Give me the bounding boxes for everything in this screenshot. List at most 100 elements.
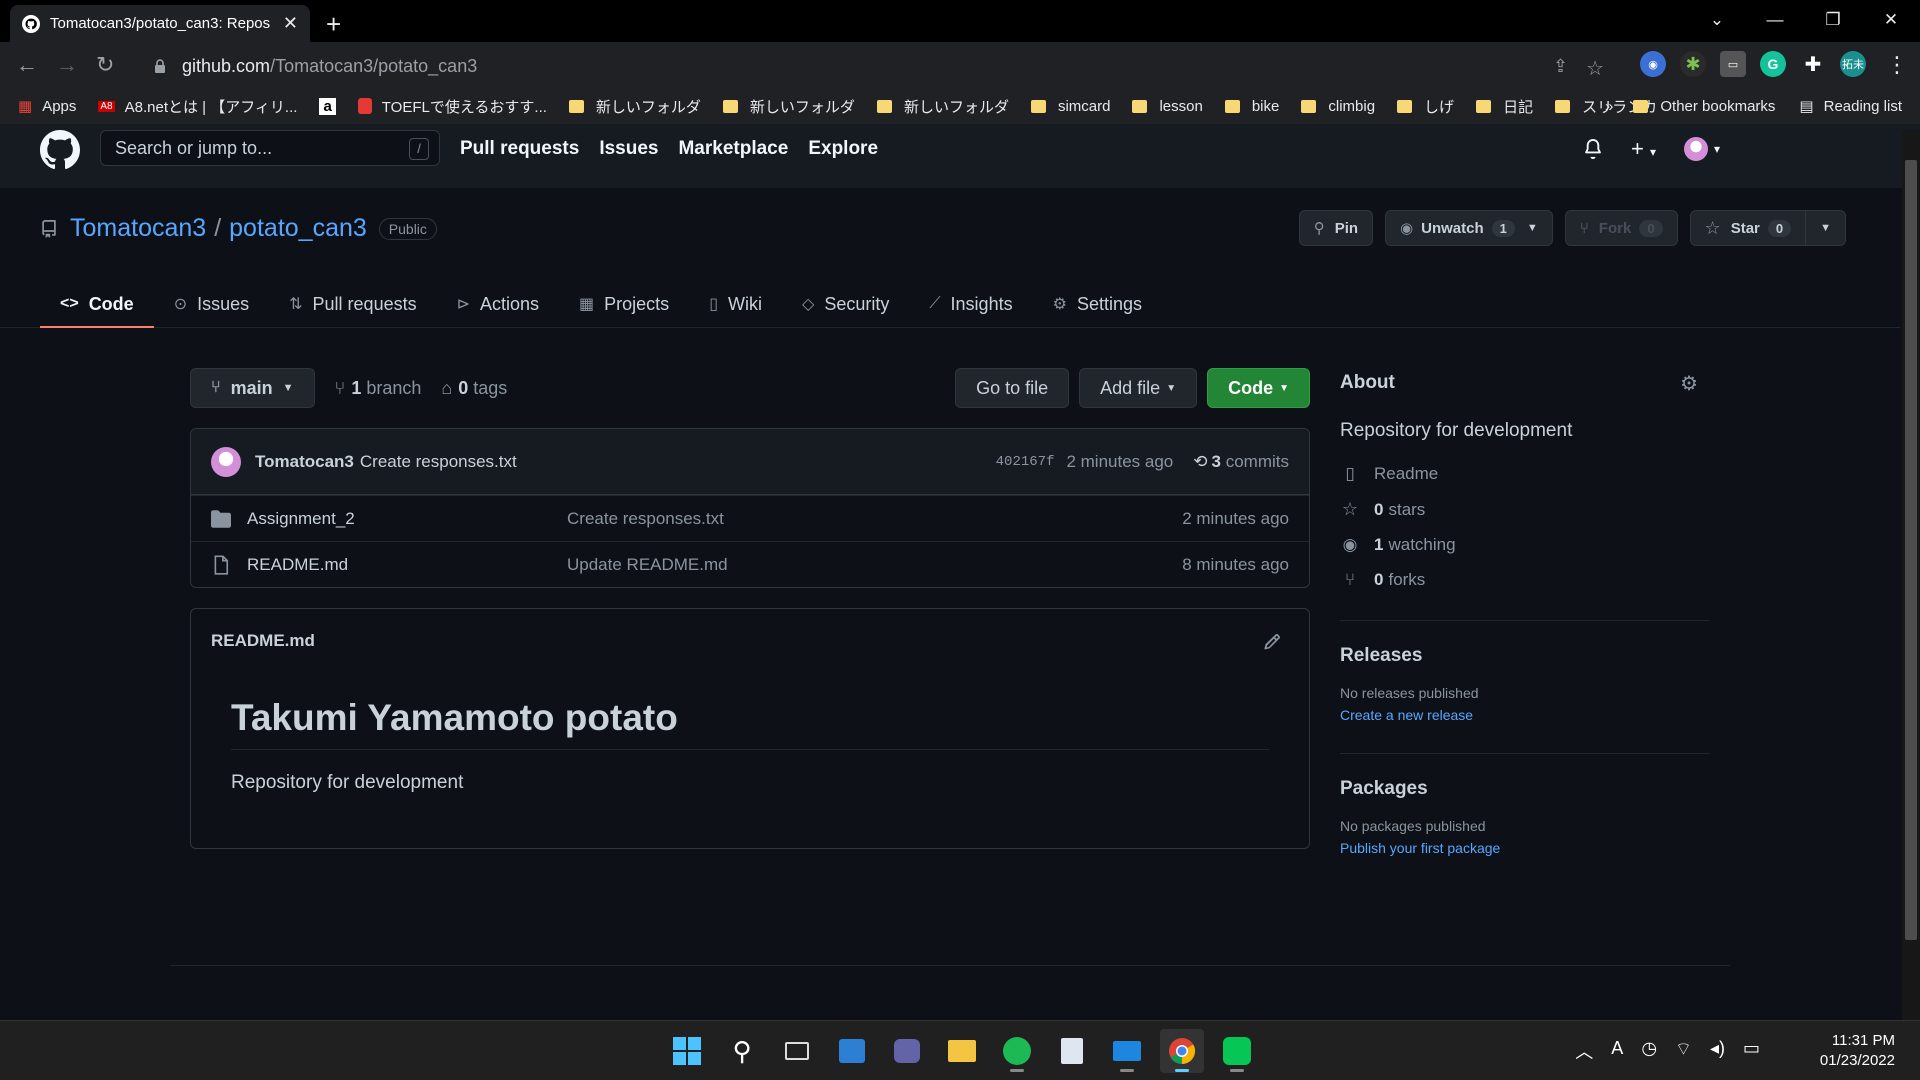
repo-owner-link[interactable]: Tomatocan3: [70, 214, 206, 243]
task-view-icon[interactable]: [775, 1029, 819, 1073]
commit-author-link[interactable]: Tomatocan3: [255, 452, 354, 472]
create-new-dropdown[interactable]: + ▾: [1631, 136, 1656, 162]
bookmark-folder[interactable]: しげ: [1397, 96, 1454, 117]
wifi-icon[interactable]: ⌔: [1675, 1038, 1692, 1064]
tab-settings[interactable]: ⚙ Settings: [1033, 280, 1162, 328]
user-menu-dropdown[interactable]: ▾: [1683, 137, 1720, 161]
bookmark-folder[interactable]: 新しいフォルダ: [722, 96, 855, 117]
unwatch-button[interactable]: ◉ Unwatch 1 ▼: [1385, 210, 1553, 246]
nav-explore[interactable]: Explore: [808, 138, 878, 160]
tab-projects[interactable]: ▦ Projects: [559, 280, 689, 328]
other-bookmarks[interactable]: Other bookmarks: [1660, 98, 1775, 115]
bookmark-folder[interactable]: bike: [1224, 98, 1279, 115]
new-tab-button[interactable]: +: [326, 9, 341, 40]
ime-icon[interactable]: A: [1611, 1038, 1623, 1064]
bookmark-folder[interactable]: 日記: [1476, 96, 1533, 117]
tab-wiki[interactable]: ▯ Wiki: [689, 280, 782, 328]
bookmark-folder[interactable]: simcard: [1030, 98, 1110, 115]
bookmark-toefl[interactable]: TOEFLで使えるおすす...: [357, 96, 547, 117]
tab-security[interactable]: ◇ Security: [782, 280, 909, 328]
restore-button[interactable]: ❐: [1804, 10, 1862, 30]
notifications-bell-icon[interactable]: [1583, 139, 1603, 159]
tab-code[interactable]: <> Code: [40, 280, 154, 328]
pin-button[interactable]: ⚲ Pin: [1298, 210, 1374, 246]
extension-puzzle-green-icon[interactable]: ✱: [1680, 51, 1706, 77]
extensions-puzzle-icon[interactable]: ✚: [1800, 51, 1826, 77]
profile-avatar[interactable]: 拓未: [1840, 51, 1866, 77]
file-name-link[interactable]: README.md: [247, 555, 567, 575]
browser-tab[interactable]: Tomatocan3/potato_can3: Repos ✕: [10, 5, 310, 42]
reload-button[interactable]: ↻: [96, 52, 114, 78]
tab-search-icon[interactable]: ⌄: [1688, 10, 1746, 30]
extension-icon-1[interactable]: ◉: [1640, 51, 1666, 77]
forward-button[interactable]: →: [56, 52, 78, 78]
watchers-link[interactable]: ◉ 1 watching: [1340, 535, 1710, 555]
spotify-icon[interactable]: [995, 1029, 1039, 1073]
bookmark-folder[interactable]: lesson: [1132, 98, 1203, 115]
bookmarks-overflow-button[interactable]: »: [1605, 98, 1613, 115]
tab-close-icon[interactable]: ✕: [283, 13, 298, 34]
fork-button[interactable]: ⑂ Fork 0: [1564, 210, 1678, 246]
code-button[interactable]: Code ▼: [1207, 368, 1310, 408]
bookmark-star-icon[interactable]: ☆: [1586, 56, 1604, 81]
minimize-button[interactable]: —: [1746, 10, 1804, 30]
scrollbar-thumb[interactable]: [1905, 160, 1917, 940]
mail-icon[interactable]: [1105, 1029, 1149, 1073]
edit-pencil-icon[interactable]: [1263, 633, 1281, 651]
clock-app-icon[interactable]: ◷: [1641, 1038, 1657, 1064]
grammarly-icon[interactable]: G: [1760, 51, 1786, 77]
bookmark-amazon[interactable]: a: [319, 97, 336, 115]
address-bar[interactable]: github.com/Tomatocan3/potato_can3 ⇪ ☆: [138, 48, 1618, 84]
star-button[interactable]: ☆ Star 0 ▼: [1689, 210, 1846, 246]
file-name-link[interactable]: Assignment_2: [247, 509, 567, 529]
go-to-file-button[interactable]: Go to file: [955, 368, 1070, 408]
about-settings-gear-icon[interactable]: ⚙: [1680, 371, 1698, 396]
close-window-button[interactable]: ✕: [1862, 10, 1920, 30]
taskbar-clock[interactable]: 11:31 PM 01/23/2022: [1820, 1031, 1895, 1071]
line-app-icon[interactable]: [1215, 1029, 1259, 1073]
nav-marketplace[interactable]: Marketplace: [678, 138, 788, 160]
stars-link[interactable]: ☆ 0 stars: [1340, 499, 1710, 520]
nav-issues[interactable]: Issues: [599, 138, 658, 160]
nav-pull-requests[interactable]: Pull requests: [460, 138, 579, 160]
file-row[interactable]: README.md Update README.md 8 minutes ago: [191, 541, 1309, 587]
tab-pull-requests[interactable]: ⇅ Pull requests: [269, 280, 436, 328]
publish-package-link[interactable]: Publish your first package: [1340, 840, 1710, 856]
file-explorer-icon[interactable]: [940, 1029, 984, 1073]
packages-title[interactable]: Packages: [1340, 778, 1710, 800]
commit-message-link[interactable]: Create responses.txt: [360, 452, 517, 472]
extension-chat-icon[interactable]: ▭: [1720, 51, 1746, 77]
create-release-link[interactable]: Create a new release: [1340, 707, 1710, 723]
readme-link[interactable]: ▯ Readme: [1340, 464, 1710, 484]
author-avatar[interactable]: [211, 446, 241, 477]
teams-chat-icon[interactable]: [885, 1029, 929, 1073]
chevron-up-icon[interactable]: ︿: [1575, 1038, 1593, 1064]
bookmark-folder[interactable]: climbig: [1301, 98, 1375, 115]
file-commit-message-link[interactable]: Update README.md: [567, 555, 1182, 575]
star-dropdown-chevron-icon[interactable]: ▼: [1805, 211, 1845, 245]
tab-issues[interactable]: ⊙ Issues: [154, 280, 269, 328]
tags-link[interactable]: ⌂ 0 tags: [441, 378, 507, 399]
search-icon[interactable]: ⚲: [720, 1029, 764, 1073]
volume-icon[interactable]: ◂): [1710, 1038, 1725, 1064]
add-file-button[interactable]: Add file ▼: [1079, 368, 1198, 408]
widgets-icon[interactable]: [830, 1029, 874, 1073]
start-button[interactable]: [665, 1029, 709, 1073]
notepad-icon[interactable]: [1050, 1029, 1094, 1073]
bookmark-apps[interactable]: ▦ Apps: [18, 97, 76, 116]
file-commit-message-link[interactable]: Create responses.txt: [567, 509, 1182, 529]
share-icon[interactable]: ⇪: [1553, 56, 1568, 81]
branches-link[interactable]: ⑂ 1 branch: [335, 378, 422, 399]
tab-actions[interactable]: ⊳ Actions: [437, 280, 559, 328]
battery-icon[interactable]: ▭: [1743, 1038, 1760, 1064]
chrome-icon[interactable]: [1160, 1029, 1204, 1073]
browser-menu-icon[interactable]: ⋮: [1886, 52, 1908, 78]
commits-link[interactable]: ⟲ 3 commits: [1193, 452, 1289, 472]
search-input[interactable]: Search or jump to... /: [100, 130, 440, 166]
repo-name-link[interactable]: potato_can3: [229, 214, 367, 243]
commit-sha-link[interactable]: 402167f: [996, 454, 1055, 470]
bookmark-a8[interactable]: A8 A8.netとは | 【アフィリ...: [98, 96, 297, 117]
bookmark-folder[interactable]: 新しいフォルダ: [568, 96, 701, 117]
page-scrollbar[interactable]: [1902, 130, 1920, 1020]
branch-select-button[interactable]: ⑂ main ▼: [190, 368, 315, 408]
